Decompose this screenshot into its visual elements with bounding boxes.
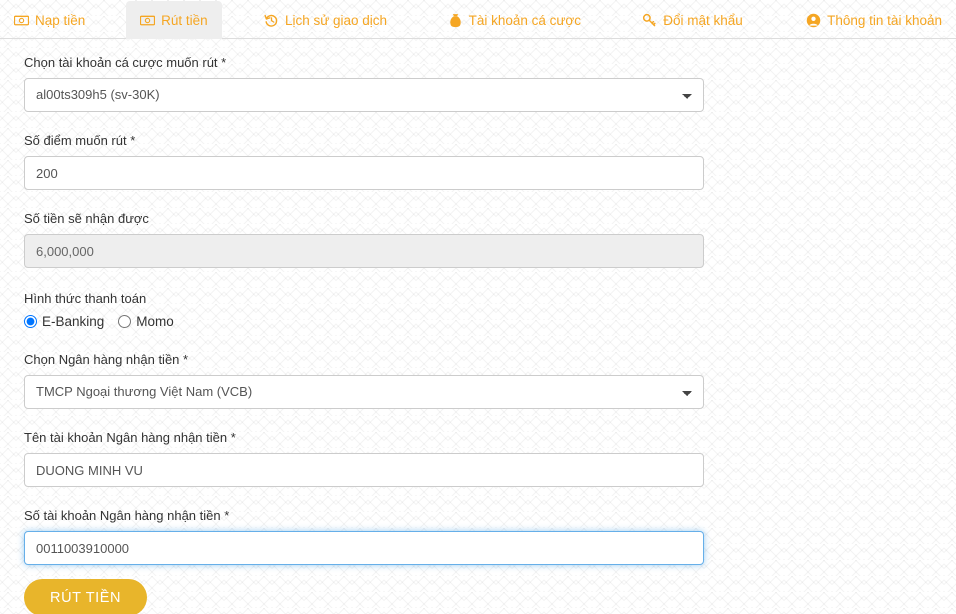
radio-option-ebanking[interactable]: E-Banking [24, 314, 104, 329]
field-amount-received: Số tiền sẽ nhận được [24, 211, 956, 268]
tab-label: Tài khoản cá cược [468, 12, 582, 28]
tab-label: Nạp tiền [35, 12, 86, 28]
field-bank-account-name: Tên tài khoản Ngân hàng nhận tiền * [24, 430, 956, 487]
banknote-icon [14, 13, 29, 28]
banknote-icon [140, 13, 156, 28]
tab-spacer [99, 0, 126, 38]
radio-option-momo[interactable]: Momo [118, 314, 174, 329]
field-payment-method: Hình thức thanh toán E-Banking Momo [24, 291, 956, 329]
tab-tai-khoan-ca-cuoc[interactable]: Tài khoản cá cược [434, 1, 595, 39]
radio-label: Momo [136, 314, 174, 329]
radio-input-momo[interactable] [118, 315, 132, 328]
tab-rut-tien[interactable]: Rút tiền [126, 1, 222, 39]
points-label: Số điểm muốn rút * [24, 133, 136, 148]
radio-label: E-Banking [42, 314, 105, 329]
amount-received-input [24, 234, 704, 268]
betting-account-label: Chọn tài khoản cá cược muốn rút * [24, 55, 227, 70]
tab-spacer [401, 0, 434, 38]
bank-label: Chọn Ngân hàng nhận tiền * [24, 352, 189, 367]
key-icon [642, 13, 657, 28]
tab-lich-su-giao-dich[interactable]: Lịch sử giao dịch [250, 1, 401, 39]
bank-account-number-input[interactable] [24, 531, 704, 565]
field-bank-account-number: Số tài khoản Ngân hàng nhận tiền * [24, 508, 956, 565]
tab-nap-tien[interactable]: Nạp tiền [0, 1, 99, 39]
tab-spacer [595, 0, 628, 38]
main-tab-bar: Nạp tiền Rút tiền Lịch sử giao dịch Tài … [0, 0, 956, 39]
tab-spacer [222, 0, 250, 38]
user-circle-icon [806, 13, 821, 28]
field-points: Số điểm muốn rút * [24, 133, 956, 190]
payment-method-label: Hình thức thanh toán [24, 291, 147, 306]
betting-account-select[interactable]: al00ts309h5 (sv-30K) [24, 78, 704, 112]
tab-thong-tin-tai-khoan[interactable]: Thông tin tài khoản [792, 1, 956, 39]
field-bank: Chọn Ngân hàng nhận tiền * TMCP Ngoại th… [24, 352, 956, 409]
withdraw-form: Chọn tài khoản cá cược muốn rút * al00ts… [0, 39, 956, 614]
tab-label: Lịch sử giao dịch [284, 12, 388, 28]
payment-method-radio-group: E-Banking Momo [24, 314, 956, 329]
field-betting-account: Chọn tài khoản cá cược muốn rút * al00ts… [24, 55, 956, 112]
money-bag-icon [448, 13, 463, 28]
points-input[interactable] [24, 156, 704, 190]
tab-label: Rút tiền [161, 12, 208, 28]
amount-received-label: Số tiền sẽ nhận được [24, 211, 149, 226]
bank-select[interactable]: TMCP Ngoại thương Việt Nam (VCB) [24, 375, 704, 409]
tab-label: Đổi mật khẩu [663, 12, 743, 28]
submit-row: RÚT TIỀN [24, 579, 956, 614]
tab-doi-mat-khau[interactable]: Đổi mật khẩu [628, 1, 757, 39]
bank-account-name-label: Tên tài khoản Ngân hàng nhận tiền * [24, 430, 236, 445]
bank-account-number-label: Số tài khoản Ngân hàng nhận tiền * [24, 508, 230, 523]
tab-spacer [757, 0, 792, 38]
tab-label: Thông tin tài khoản [827, 12, 942, 28]
radio-input-ebanking[interactable] [24, 315, 37, 328]
history-icon [264, 13, 279, 28]
withdraw-submit-button[interactable]: RÚT TIỀN [24, 579, 148, 614]
bank-account-name-input[interactable] [24, 453, 704, 487]
